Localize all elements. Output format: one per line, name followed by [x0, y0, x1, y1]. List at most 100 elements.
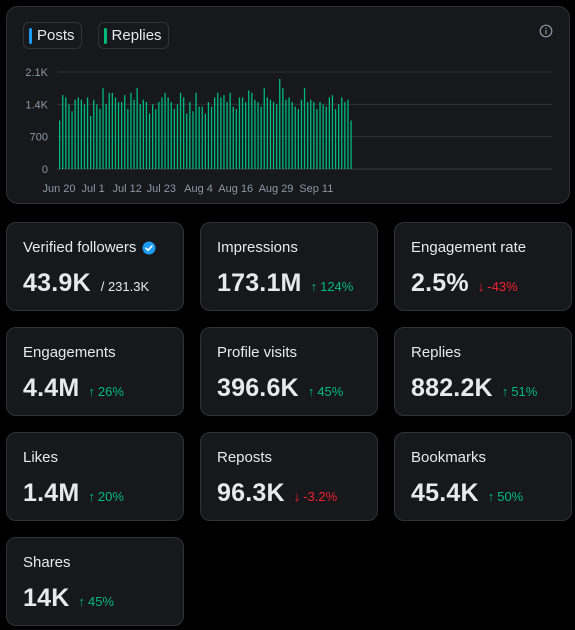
metric-card-shares[interactable]: Shares 14K ↑ 45% — [6, 537, 184, 626]
replies-bar[interactable] — [272, 102, 275, 169]
replies-bar[interactable] — [316, 108, 318, 169]
replies-bar[interactable] — [260, 106, 262, 169]
replies-bar[interactable] — [341, 97, 343, 169]
replies-bar[interactable] — [257, 102, 259, 169]
replies-bar[interactable] — [93, 99, 95, 169]
replies-bar[interactable] — [294, 106, 296, 169]
replies-bar[interactable] — [313, 102, 315, 169]
replies-bar[interactable] — [142, 99, 144, 169]
replies-bar[interactable] — [266, 97, 268, 169]
replies-bar[interactable] — [80, 99, 82, 169]
replies-bar[interactable] — [229, 92, 231, 169]
replies-bar[interactable] — [186, 113, 188, 169]
replies-bar[interactable] — [130, 92, 132, 169]
replies-bar[interactable] — [226, 102, 228, 169]
replies-bar[interactable] — [121, 102, 123, 169]
replies-bar[interactable] — [220, 97, 222, 169]
replies-bar[interactable] — [189, 102, 191, 169]
replies-bar[interactable] — [319, 102, 321, 169]
replies-bar[interactable] — [238, 97, 241, 169]
replies-bar[interactable] — [334, 108, 337, 169]
replies-bar[interactable] — [248, 90, 250, 169]
replies-bar[interactable] — [207, 102, 210, 169]
replies-bar[interactable] — [325, 106, 327, 169]
replies-bar[interactable] — [214, 97, 216, 169]
replies-bar[interactable] — [74, 99, 76, 169]
replies-bar[interactable] — [145, 102, 148, 169]
replies-bar[interactable] — [310, 99, 312, 169]
replies-bar[interactable] — [300, 99, 303, 169]
replies-bar[interactable] — [65, 97, 67, 169]
replies-bar[interactable] — [183, 97, 185, 169]
replies-bar[interactable] — [164, 92, 166, 169]
replies-bar[interactable] — [201, 106, 203, 169]
replies-bar[interactable] — [347, 99, 349, 169]
replies-bar[interactable] — [254, 99, 256, 169]
replies-bar[interactable] — [350, 120, 352, 170]
replies-bar[interactable] — [161, 97, 163, 169]
replies-bar[interactable] — [158, 102, 160, 169]
replies-bar[interactable] — [179, 92, 182, 169]
replies-bar[interactable] — [297, 108, 299, 169]
replies-bar[interactable] — [269, 99, 272, 169]
replies-bar[interactable] — [90, 115, 92, 169]
metric-card-bookmarks[interactable]: Bookmarks 45.4K ↑ 50% — [394, 432, 572, 521]
replies-bar[interactable] — [117, 102, 120, 169]
replies-bar[interactable] — [279, 78, 281, 169]
metric-card-likes[interactable]: Likes 1.4M ↑ 20% — [6, 432, 184, 521]
replies-bar[interactable] — [152, 104, 154, 169]
replies-bar[interactable] — [173, 108, 175, 169]
replies-bar[interactable] — [59, 120, 61, 170]
replies-bar[interactable] — [124, 95, 126, 169]
replies-bar[interactable] — [285, 99, 287, 169]
metric-card-replies[interactable]: Replies 882.2K ↑ 51% — [394, 327, 572, 416]
replies-bar[interactable] — [235, 108, 237, 169]
metric-card-profile-visits[interactable]: Profile visits 396.6K ↑ 45% — [200, 327, 378, 416]
replies-bar[interactable] — [192, 111, 194, 169]
replies-bar[interactable] — [338, 104, 340, 169]
replies-bar[interactable] — [139, 104, 141, 169]
replies-bar[interactable] — [114, 97, 117, 169]
replies-bar[interactable] — [288, 97, 290, 169]
replies-bar[interactable] — [155, 108, 157, 169]
replies-bar[interactable] — [133, 99, 135, 169]
replies-bar[interactable] — [263, 88, 265, 169]
replies-bar[interactable] — [170, 102, 172, 169]
replies-bar[interactable] — [241, 97, 244, 169]
replies-bar[interactable] — [86, 97, 89, 169]
metric-card-impressions[interactable]: Impressions 173.1M ↑ 124% — [200, 222, 378, 311]
replies-bar[interactable] — [198, 106, 200, 169]
replies-bar[interactable] — [307, 102, 309, 169]
replies-bar[interactable] — [291, 102, 293, 169]
replies-bar[interactable] — [344, 102, 346, 169]
replies-bar[interactable] — [232, 106, 234, 169]
metric-card-engagement-rate[interactable]: Engagement rate 2.5% ↓ -43% — [394, 222, 572, 311]
replies-bar[interactable] — [223, 95, 225, 169]
replies-bar[interactable] — [331, 95, 334, 169]
replies-bar[interactable] — [77, 97, 79, 169]
replies-bar[interactable] — [195, 92, 197, 169]
replies-bar[interactable] — [322, 104, 324, 169]
replies-bar[interactable] — [127, 108, 129, 169]
replies-bar[interactable] — [111, 92, 113, 169]
replies-bar[interactable] — [96, 104, 98, 169]
metric-card-reposts[interactable]: Reposts 96.3K ↓ -3.2% — [200, 432, 378, 521]
replies-bar[interactable] — [99, 108, 101, 169]
replies-bar[interactable] — [108, 92, 110, 169]
replies-bar[interactable] — [102, 88, 104, 169]
metric-card-engagements[interactable]: Engagements 4.4M ↑ 26% — [6, 327, 184, 416]
replies-bar[interactable] — [210, 106, 213, 169]
replies-bar[interactable] — [282, 88, 284, 169]
replies-bar[interactable] — [251, 92, 253, 169]
replies-bar[interactable] — [328, 97, 330, 169]
replies-bar[interactable] — [148, 113, 151, 169]
replies-bar[interactable] — [62, 95, 64, 169]
metric-card-verified-followers[interactable]: Verified followers 43.9K / 231.3K — [6, 222, 184, 311]
replies-bar[interactable] — [105, 104, 107, 169]
replies-bar[interactable] — [136, 88, 138, 169]
replies-bar[interactable] — [245, 102, 247, 169]
replies-bar[interactable] — [303, 88, 306, 169]
replies-bar[interactable] — [68, 104, 70, 169]
replies-bar[interactable] — [83, 104, 86, 169]
replies-bar[interactable] — [167, 97, 169, 169]
